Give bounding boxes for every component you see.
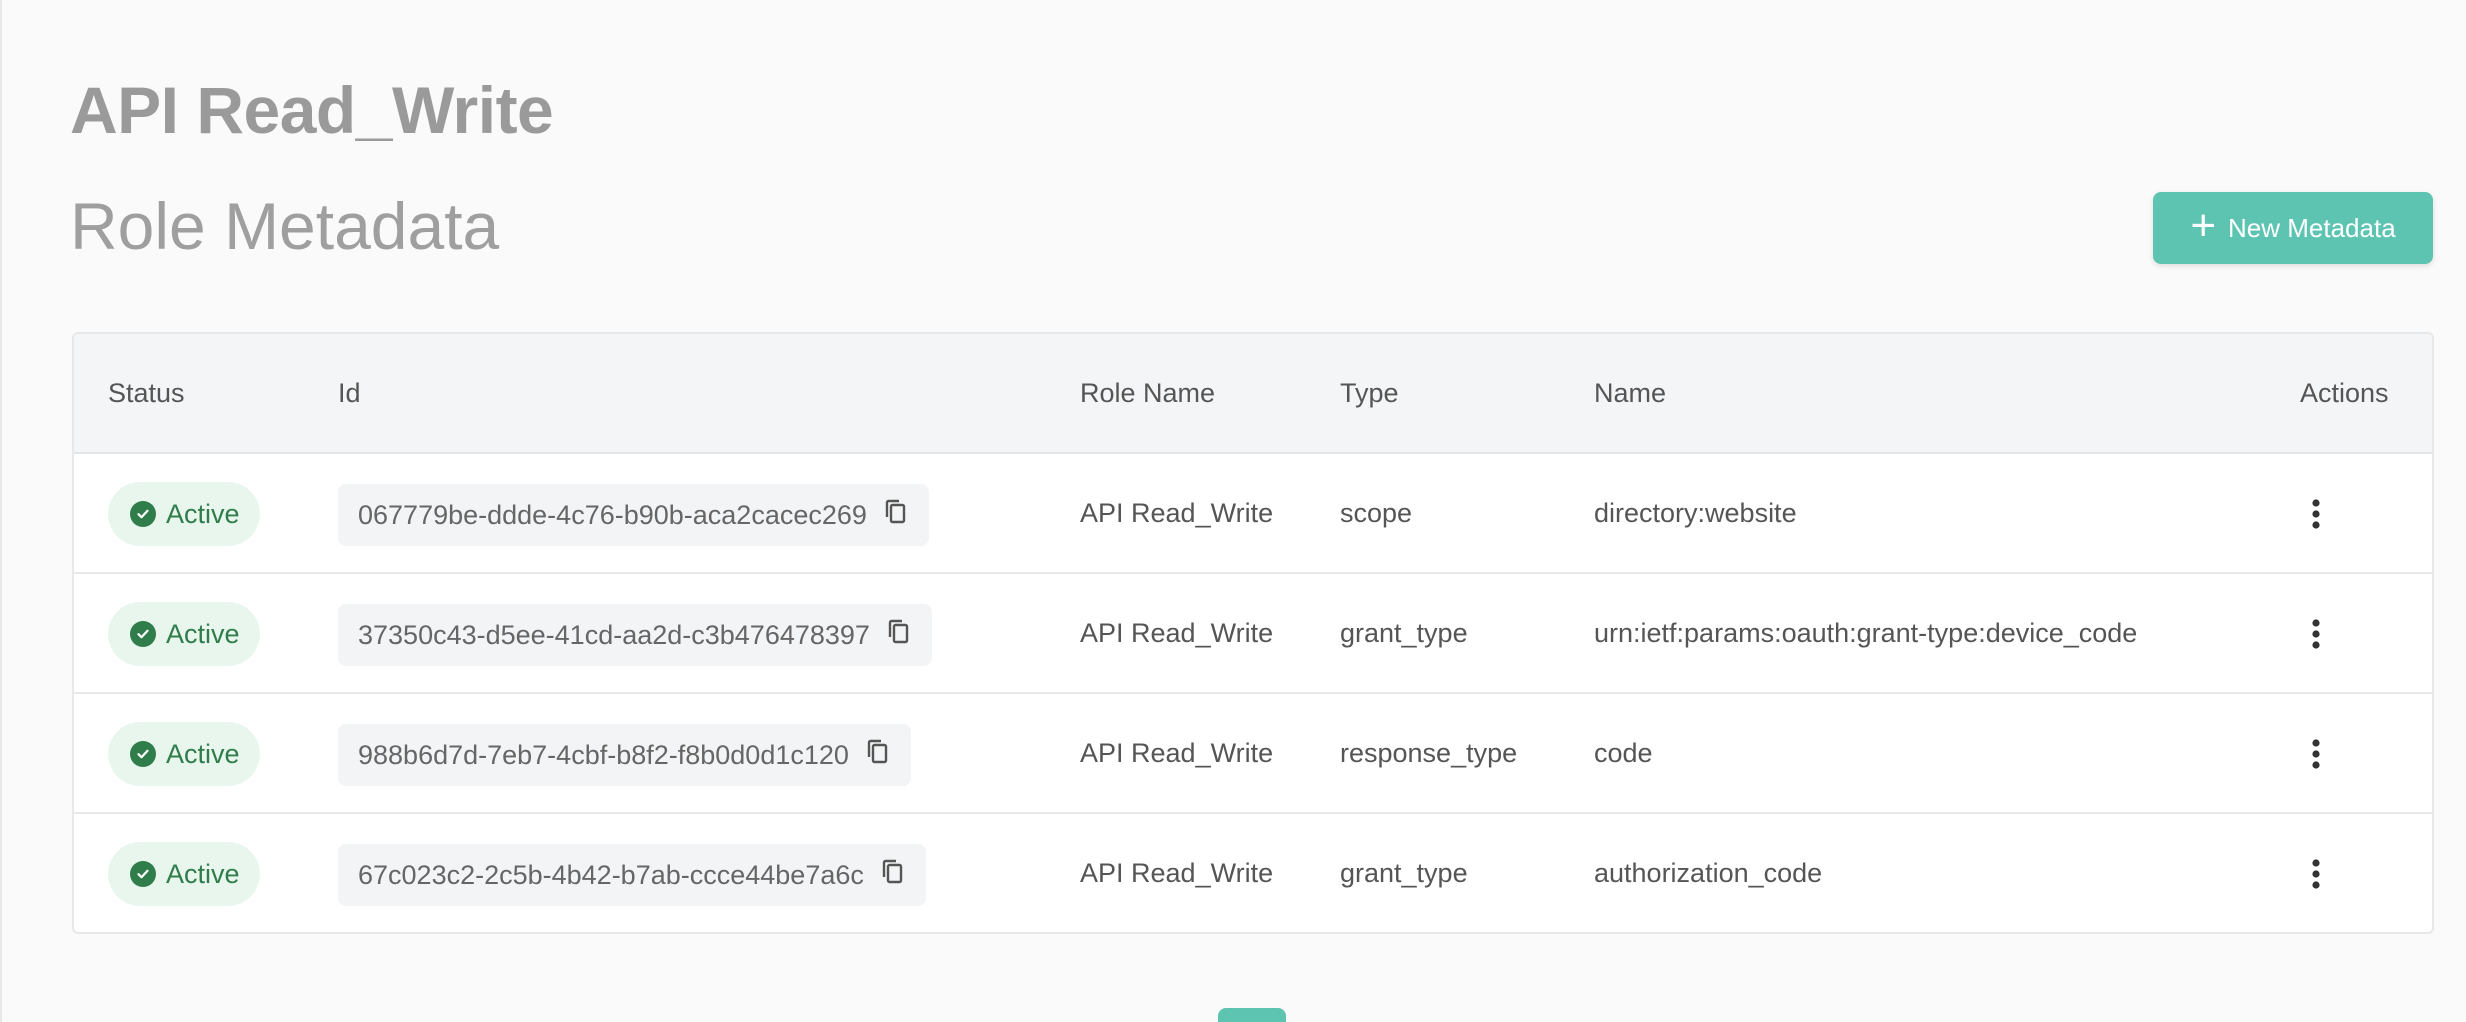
- status-label: Active: [166, 618, 240, 649]
- new-metadata-button[interactable]: + New Metadata: [2153, 192, 2433, 264]
- header-id[interactable]: Id: [338, 378, 361, 409]
- type-cell: scope: [1340, 498, 1413, 528]
- copy-icon[interactable]: [883, 498, 909, 533]
- table-header: Status Id Role Name Type Name Actions: [74, 334, 2432, 454]
- header-name[interactable]: Name: [1594, 378, 1666, 409]
- id-value: 67c023c2-2c5b-4b42-b7ab-ccce44be7a6c: [358, 859, 864, 890]
- role-name-cell: API Read_Write: [1080, 498, 1274, 528]
- name-cell: code: [1594, 738, 1653, 768]
- role-name-cell: API Read_Write: [1080, 618, 1274, 648]
- status-badge: Active: [108, 842, 260, 906]
- role-name-cell: API Read_Write: [1080, 738, 1274, 768]
- plus-icon: +: [2190, 201, 2217, 250]
- type-cell: response_type: [1340, 738, 1518, 768]
- id-value: 37350c43-d5ee-41cd-aa2d-c3b476478397: [358, 619, 870, 650]
- type-cell: grant_type: [1340, 858, 1468, 888]
- more-vertical-icon[interactable]: [2296, 614, 2336, 654]
- more-vertical-icon[interactable]: [2296, 734, 2336, 774]
- header-role-name[interactable]: Role Name: [1080, 378, 1215, 409]
- status-badge: Active: [108, 722, 260, 786]
- check-circle-icon: [130, 741, 156, 767]
- id-chip: 67c023c2-2c5b-4b42-b7ab-ccce44be7a6c: [338, 844, 926, 906]
- table-row: Active 37350c43-d5ee-41cd-aa2d-c3b476478…: [74, 574, 2432, 694]
- id-chip: 067779be-ddde-4c76-b90b-aca2cacec269: [338, 484, 929, 546]
- more-vertical-icon[interactable]: [2296, 494, 2336, 534]
- status-badge: Active: [108, 482, 260, 546]
- id-chip: 37350c43-d5ee-41cd-aa2d-c3b476478397: [338, 604, 932, 666]
- header-status[interactable]: Status: [108, 378, 185, 409]
- check-circle-icon: [130, 861, 156, 887]
- name-cell: urn:ietf:params:oauth:grant-type:device_…: [1594, 618, 2138, 648]
- name-cell: directory:website: [1594, 498, 1797, 528]
- header-type[interactable]: Type: [1340, 378, 1399, 409]
- check-circle-icon: [130, 621, 156, 647]
- page-button-active[interactable]: [1218, 1008, 1286, 1022]
- page-title: API Read_Write: [70, 73, 554, 147]
- status-label: Active: [166, 858, 240, 889]
- more-vertical-icon[interactable]: [2296, 854, 2336, 894]
- page: API Read_Write Role Metadata + New Metad…: [0, 0, 2466, 1022]
- name-cell: authorization_code: [1594, 858, 1823, 888]
- copy-icon[interactable]: [880, 858, 906, 893]
- copy-icon[interactable]: [865, 738, 891, 773]
- id-value: 988b6d7d-7eb7-4cbf-b8f2-f8b0d0d1c120: [358, 739, 849, 770]
- table-row: Active 67c023c2-2c5b-4b42-b7ab-ccce44be7…: [74, 814, 2432, 932]
- type-cell: grant_type: [1340, 618, 1468, 648]
- status-label: Active: [166, 498, 240, 529]
- header-actions: Actions: [2300, 378, 2389, 408]
- new-metadata-label: New Metadata: [2228, 212, 2396, 243]
- section-title: Role Metadata: [70, 189, 500, 263]
- status-badge: Active: [108, 602, 260, 666]
- role-name-cell: API Read_Write: [1080, 858, 1274, 888]
- metadata-table: Status Id Role Name Type Name Actions Ac…: [72, 332, 2434, 934]
- id-chip: 988b6d7d-7eb7-4cbf-b8f2-f8b0d0d1c120: [338, 724, 911, 786]
- id-value: 067779be-ddde-4c76-b90b-aca2cacec269: [358, 499, 867, 530]
- copy-icon[interactable]: [886, 618, 912, 653]
- check-circle-icon: [130, 501, 156, 527]
- table-row: Active 067779be-ddde-4c76-b90b-aca2cacec…: [74, 454, 2432, 574]
- status-label: Active: [166, 738, 240, 769]
- table-row: Active 988b6d7d-7eb7-4cbf-b8f2-f8b0d0d1c…: [74, 694, 2432, 814]
